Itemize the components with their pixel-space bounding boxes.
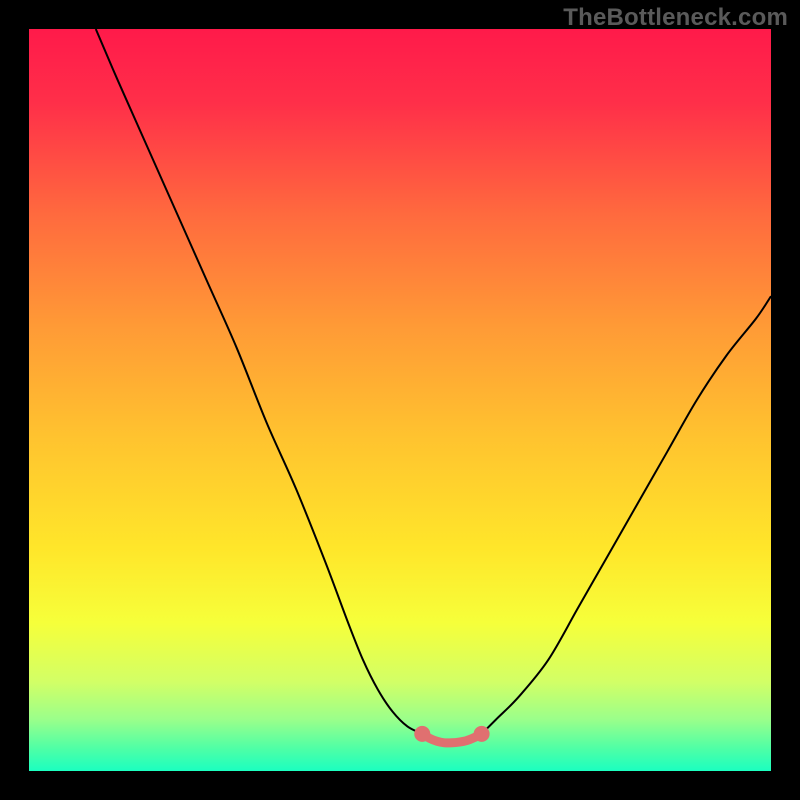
highlight-dot-left — [414, 726, 430, 742]
plot-area — [29, 29, 771, 771]
gradient-background — [29, 29, 771, 771]
chart-frame: TheBottleneck.com — [0, 0, 800, 800]
chart-svg — [29, 29, 771, 771]
watermark-label: TheBottleneck.com — [563, 4, 788, 32]
highlight-dot-right — [474, 726, 490, 742]
